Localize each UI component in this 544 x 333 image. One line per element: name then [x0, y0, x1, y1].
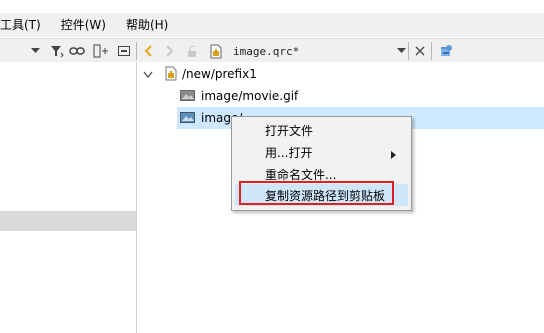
filter-icon[interactable] [48, 39, 66, 63]
close-icon[interactable] [413, 39, 427, 63]
file-combo[interactable]: image.qrc* [233, 39, 393, 63]
combo-dropdown-icon[interactable] [395, 39, 407, 63]
prefix-label: /new/prefix1 [182, 67, 257, 81]
tree-item-label: image/movie.gif [201, 89, 299, 103]
menu-widgets[interactable]: 控件(W) [51, 13, 116, 37]
tree-row-prefix[interactable]: /new/prefix1 [137, 63, 544, 85]
split-add-icon[interactable] [92, 39, 110, 63]
tree-row-movie[interactable]: image/movie.gif [137, 85, 544, 107]
menu-item-open-with[interactable]: 用...打开 [235, 141, 408, 163]
left-pane [0, 62, 136, 333]
lock-icon[interactable] [185, 39, 201, 63]
annotation-highlight-box [239, 181, 394, 205]
prefix-lock-icon [165, 66, 177, 84]
link-icon[interactable] [68, 39, 86, 63]
menu-item-open-file[interactable]: 打开文件 [235, 119, 408, 141]
menu-help[interactable]: 帮助(H) [116, 13, 178, 37]
dropdown-arrow-icon[interactable] [28, 39, 42, 63]
image-file-icon [180, 112, 195, 126]
chevron-down-icon[interactable] [143, 68, 153, 82]
forward-arrow-icon[interactable] [163, 39, 177, 63]
menu-bar: 工具(T) 控件(W) 帮助(H) [0, 13, 544, 37]
menu-tools[interactable]: 工具(T) [0, 13, 51, 37]
qrc-file-icon [208, 39, 224, 63]
back-arrow-icon[interactable] [141, 39, 155, 63]
window-icon[interactable] [116, 39, 132, 63]
submenu-arrow-icon [391, 148, 396, 162]
image-file-icon [180, 90, 195, 104]
toolbar: image.qrc* [0, 38, 544, 64]
left-pane-selected-row[interactable] [0, 211, 136, 231]
split-view-icon[interactable] [437, 39, 455, 63]
